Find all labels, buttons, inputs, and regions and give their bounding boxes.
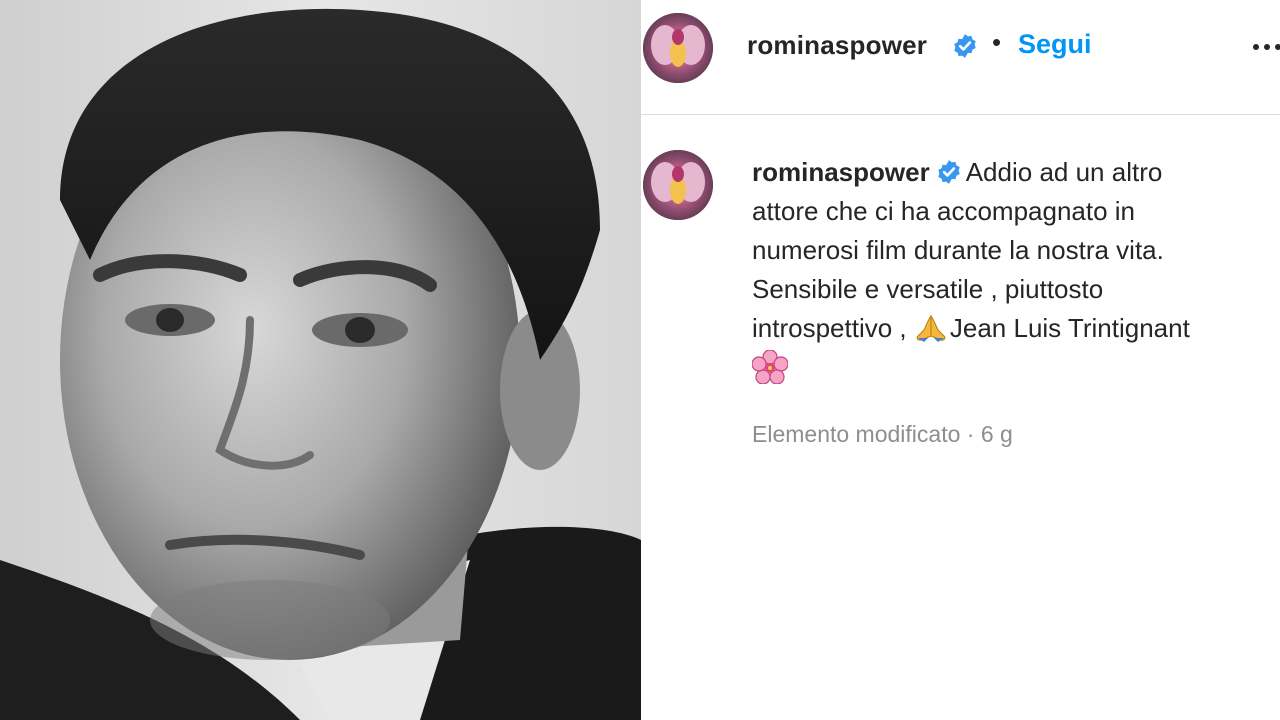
post-details-pane: rominaspower • Segui rominaspower Addio … [641,0,1280,720]
verified-badge-icon [937,160,960,184]
pray-hands-emoji-icon [916,314,946,342]
post-header: rominaspower • Segui [641,0,1280,115]
more-dot [1275,44,1280,50]
caption-avatar[interactable] [643,150,713,220]
avatar-image [643,13,713,83]
caption-line: introspettivo , [752,313,907,343]
more-dot [1253,44,1259,50]
more-dot [1264,44,1270,50]
instagram-post-screenshot: rominaspower • Segui rominaspower Addio … [0,0,1280,720]
caption-line: Addio ad un altro [965,157,1163,187]
avatar-image [643,150,713,220]
caption-line: attore che ci ha accompagnato in [752,196,1136,226]
header-separator: • [992,27,1002,57]
cherry-blossom-emoji-icon [752,350,788,384]
post-caption: rominaspower Addio ad un altro attore ch… [752,153,1272,387]
profile-avatar[interactable] [643,13,713,83]
more-options-icon[interactable] [1253,36,1280,56]
caption-line: Jean Luis Trintignant [949,313,1190,343]
caption-line: numerosi film durante la nostra vita. [752,235,1164,265]
header-username[interactable]: rominaspower [747,30,927,61]
portrait-photo-image [0,0,641,720]
verified-badge-icon [954,34,976,58]
caption-username[interactable]: rominaspower [752,157,930,187]
follow-button[interactable]: Segui [1018,29,1092,60]
post-photo[interactable] [0,0,641,720]
caption-line: Sensibile e versatile , piuttosto [752,274,1104,304]
post-meta-timestamp: Elemento modificato · 6 g [752,421,1013,447]
